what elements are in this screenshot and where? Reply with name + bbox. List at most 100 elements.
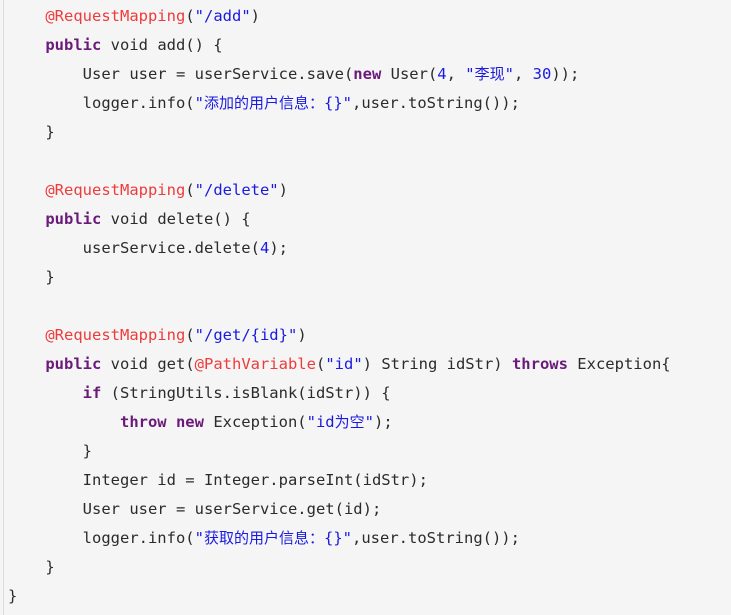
code-token-keyword: public (45, 355, 102, 373)
code-token-keyword: throw new (119, 413, 204, 431)
code-token-plain: } (8, 587, 18, 605)
code-token-plain: )); (551, 65, 580, 83)
code-token-plain: ,user.toString()); (352, 94, 520, 112)
code-token-string: " (364, 413, 374, 431)
code-line[interactable]: logger.info("添加的用户信息：{}",user.toString()… (0, 89, 731, 118)
code-token-plain: logger.info( (82, 94, 195, 112)
code-token-plain: ,user.toString()); (352, 529, 520, 547)
code-line[interactable]: logger.info("获取的用户信息：{}",user.toString()… (0, 524, 731, 553)
code-token-plain: } (45, 558, 55, 576)
code-line[interactable] (0, 147, 731, 176)
code-token-plain: User user = userService.get(id); (82, 500, 382, 518)
code-token-plain: } (45, 268, 55, 286)
code-token-keyword: throws (511, 355, 568, 373)
code-token-annotation: @RequestMapping (45, 326, 186, 344)
code-line[interactable]: public void delete() { (0, 205, 731, 234)
code-token-plain: User( (381, 65, 438, 83)
code-line[interactable]: @RequestMapping("/add") (0, 2, 731, 31)
code-token-string: "id (306, 413, 335, 431)
code-block[interactable]: @RequestMapping("/add") public void add(… (0, 0, 731, 611)
code-token-plain: ( (185, 326, 195, 344)
code-token-plain: ) String idStr) (362, 355, 512, 373)
code-token-string: {}" (324, 529, 352, 547)
code-token-cjk: 添加的用户信息： (203, 94, 324, 112)
code-token-plain: } (82, 442, 92, 460)
code-token-plain: ); (269, 239, 288, 257)
code-token-keyword: new (353, 65, 382, 83)
code-token-plain: userService.delete( (82, 239, 260, 257)
code-token-keyword: if (82, 384, 102, 402)
code-line[interactable]: } (0, 582, 731, 611)
code-line[interactable] (0, 292, 731, 321)
code-token-plain: ); (374, 413, 393, 431)
code-token-plain: ) (297, 326, 307, 344)
code-line[interactable]: } (0, 553, 731, 582)
code-token-string: " (504, 65, 514, 83)
code-line[interactable]: } (0, 118, 731, 147)
code-token-string: " (194, 94, 204, 112)
code-line[interactable]: @RequestMapping("/get/{id}") (0, 321, 731, 350)
code-line[interactable]: User user = userService.get(id); (0, 495, 731, 524)
code-token-number: 4 (437, 65, 447, 83)
code-token-plain: ) (278, 181, 288, 199)
code-token-plain: void add() { (101, 36, 223, 54)
code-line[interactable]: } (0, 263, 731, 292)
code-token-plain: , (514, 65, 533, 83)
code-line[interactable]: Integer id = Integer.parseInt(idStr); (0, 466, 731, 495)
code-token-string: "/delete" (194, 181, 279, 199)
code-token-plain: void delete() { (101, 210, 251, 228)
code-token-annotation: @PathVariable (194, 355, 316, 373)
code-line[interactable]: } (0, 437, 731, 466)
code-token-plain: (StringUtils.isBlank(idStr)) { (101, 384, 391, 402)
code-token-plain: logger.info( (82, 529, 195, 547)
code-line[interactable]: public void add() { (0, 31, 731, 60)
code-token-plain: } (45, 123, 55, 141)
code-line[interactable]: userService.delete(4); (0, 234, 731, 263)
code-token-plain: Integer id = Integer.parseInt(idStr); (82, 471, 428, 489)
code-token-string: {}" (324, 94, 352, 112)
code-line[interactable]: public void get(@PathVariable("id") Stri… (0, 350, 731, 379)
code-editor-surface[interactable]: @RequestMapping("/add") public void add(… (0, 0, 731, 615)
code-line[interactable]: if (StringUtils.isBlank(idStr)) { (0, 379, 731, 408)
code-token-keyword: public (45, 210, 102, 228)
code-token-string: "/get/{id}" (194, 326, 298, 344)
code-token-plain: void get( (101, 355, 195, 373)
code-token-number: 30 (532, 65, 552, 83)
code-token-plain: Exception( (203, 413, 307, 431)
code-line[interactable]: User user = userService.save(new User(4,… (0, 60, 731, 89)
code-token-number: 4 (259, 239, 270, 257)
code-line[interactable]: @RequestMapping("/delete") (0, 176, 731, 205)
code-token-plain: User user = userService.save( (82, 65, 354, 83)
code-token-plain: ( (185, 181, 195, 199)
code-token-string: "/add" (194, 7, 251, 25)
code-token-plain: ( (315, 355, 326, 373)
code-token-annotation: @RequestMapping (45, 7, 186, 25)
code-token-annotation: @RequestMapping (45, 181, 186, 199)
code-token-plain: Exception{ (567, 355, 671, 373)
code-token-keyword: public (45, 36, 102, 54)
code-token-plain: ) (250, 7, 260, 25)
code-line[interactable]: throw new Exception("id为空"); (0, 408, 731, 437)
code-token-string: " (194, 529, 204, 547)
code-token-plain: , (446, 65, 466, 83)
code-token-cjk: 获取的用户信息： (203, 529, 324, 547)
code-token-cjk: 李现 (474, 65, 505, 83)
